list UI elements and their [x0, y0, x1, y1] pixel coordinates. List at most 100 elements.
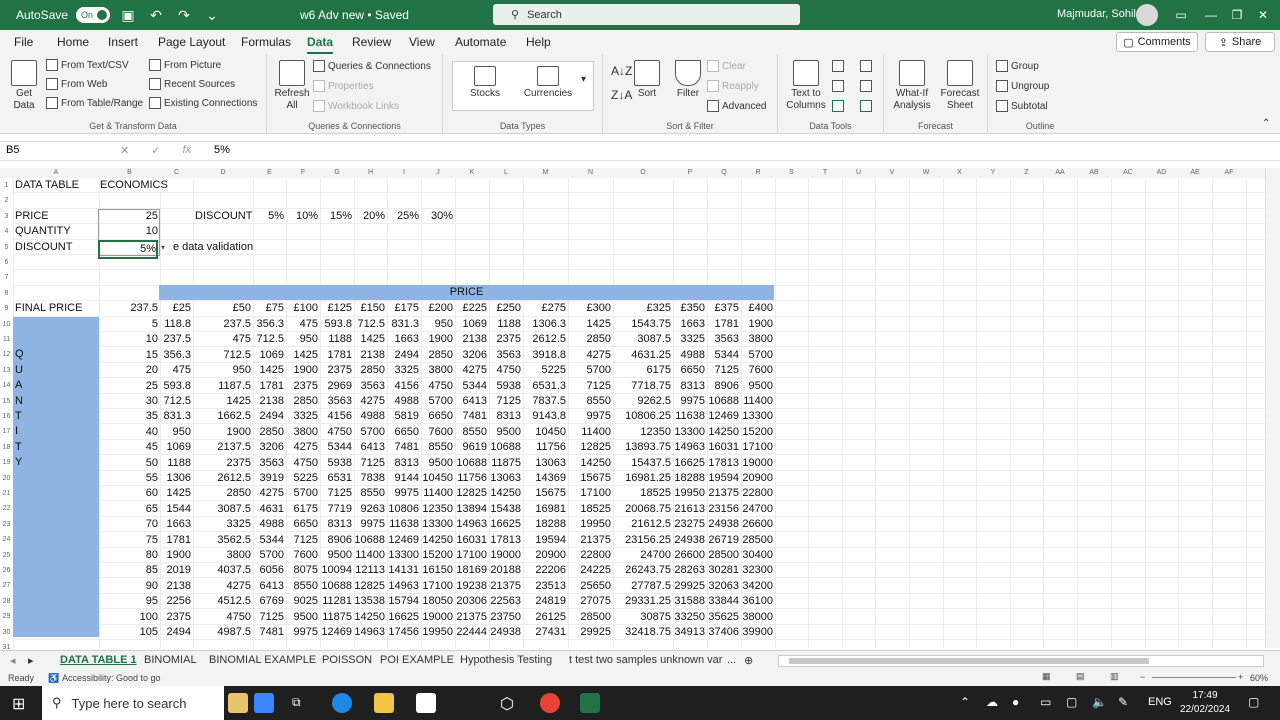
table-cell[interactable]: 23156	[707, 502, 739, 517]
table-cell[interactable]: 4156	[387, 379, 419, 394]
table-cell[interactable]: 24938	[707, 517, 739, 532]
table-cell[interactable]: 32300	[741, 563, 773, 578]
table-cell[interactable]: 3562.5	[193, 533, 251, 548]
table-cell[interactable]: 2494	[387, 348, 419, 363]
table-cell[interactable]: 14963	[354, 625, 385, 640]
row-header[interactable]: 26	[0, 567, 13, 574]
table-cell[interactable]: 3563	[253, 456, 284, 471]
table-cell[interactable]: 19594	[707, 471, 739, 486]
from-web-button[interactable]: From Web	[46, 78, 108, 90]
discount-cell[interactable]: 30%	[421, 209, 453, 224]
table-cell[interactable]: 6650	[387, 425, 419, 440]
table-cell[interactable]: 7481	[455, 409, 487, 424]
table-cell[interactable]: 20306	[455, 594, 487, 609]
table-cell[interactable]: 2375	[286, 379, 318, 394]
row-header[interactable]: 10	[0, 321, 13, 328]
table-cell[interactable]: 8906	[320, 533, 352, 548]
table-cell[interactable]: 12825	[568, 440, 611, 455]
queries-connections-button[interactable]: Queries & Connections	[313, 60, 431, 72]
row-header[interactable]: 8	[0, 290, 13, 297]
table-cell[interactable]: 2375	[489, 332, 521, 347]
cancel-icon[interactable]: ✕	[120, 144, 129, 157]
quantity-cell[interactable]: 20	[99, 363, 158, 378]
table-cell[interactable]: 2612.5	[523, 332, 566, 347]
table-cell[interactable]: 17100	[421, 579, 453, 594]
data-model-icon[interactable]	[860, 100, 872, 112]
row-header[interactable]: 24	[0, 536, 13, 543]
table-cell[interactable]: 3563	[354, 379, 385, 394]
table-cell[interactable]: 16031	[707, 440, 739, 455]
table-cell[interactable]: 712.5	[354, 317, 385, 332]
get-data-button[interactable]: Get Data	[8, 60, 40, 112]
table-cell[interactable]: 3325	[387, 363, 419, 378]
table-cell[interactable]: 6413	[455, 394, 487, 409]
cell-c5[interactable]: e data validation	[173, 240, 253, 255]
table-cell[interactable]: 26719	[707, 533, 739, 548]
clear-button[interactable]: Clear	[707, 60, 746, 72]
text-to-columns-button[interactable]: Text to Columns	[784, 60, 828, 112]
app-icon[interactable]: ⬡	[500, 694, 514, 714]
table-cell[interactable]: 1781	[707, 317, 739, 332]
table-cell[interactable]: 5344	[253, 533, 284, 548]
column-header[interactable]: N	[568, 168, 613, 178]
table-cell[interactable]: 10688	[707, 394, 739, 409]
table-cell[interactable]: 25650	[568, 579, 611, 594]
table-cell[interactable]: 21375	[568, 533, 611, 548]
subtotal-button[interactable]: Subtotal	[996, 100, 1048, 112]
redo-icon[interactable]: ↷	[174, 5, 194, 25]
quantity-cell[interactable]: 90	[99, 579, 158, 594]
table-cell[interactable]: 11400	[568, 425, 611, 440]
price-header-cell[interactable]: £150	[354, 301, 385, 316]
discount-cell[interactable]: 20%	[354, 209, 385, 224]
row-header[interactable]: 7	[0, 274, 13, 281]
price-header[interactable]: PRICE	[159, 285, 774, 300]
quantity-letter[interactable]: T	[15, 440, 22, 455]
table-cell[interactable]: 7600	[741, 363, 773, 378]
column-header[interactable]: D	[193, 168, 253, 178]
table-cell[interactable]: 16625	[387, 610, 419, 625]
table-cell[interactable]: 23750	[489, 610, 521, 625]
table-cell[interactable]: 8550	[568, 394, 611, 409]
table-cell[interactable]: 7481	[387, 440, 419, 455]
cell-b1[interactable]: ECONOMICS	[100, 178, 168, 193]
column-header[interactable]: I	[387, 168, 421, 178]
table-cell[interactable]: 1900	[741, 317, 773, 332]
table-cell[interactable]: 6650	[286, 517, 318, 532]
column-header[interactable]: A	[13, 168, 99, 178]
table-cell[interactable]: 11400	[354, 548, 385, 563]
price-header-cell[interactable]: £350	[673, 301, 705, 316]
remove-duplicates-icon[interactable]	[832, 80, 844, 92]
table-cell[interactable]: 14963	[387, 579, 419, 594]
table-cell[interactable]: 2850	[354, 363, 385, 378]
table-cell[interactable]: 19950	[568, 517, 611, 532]
network-icon[interactable]: ▭	[1040, 695, 1051, 709]
table-cell[interactable]: 22800	[568, 548, 611, 563]
quantity-cell[interactable]: 60	[99, 486, 158, 501]
table-cell[interactable]: 9263	[354, 502, 385, 517]
table-cell[interactable]: 24938	[489, 625, 521, 640]
cell-b5-selected[interactable]: 5%	[98, 240, 158, 259]
column-header[interactable]: AB	[1077, 168, 1111, 178]
column-header[interactable]: AA	[1043, 168, 1077, 178]
row-header[interactable]: 4	[0, 228, 13, 235]
cell-a9[interactable]: FINAL PRICE	[15, 301, 82, 316]
volume-icon[interactable]: 🔈	[1092, 695, 1107, 709]
table-cell[interactable]: 27431	[523, 625, 566, 640]
cell-a4[interactable]: QUANTITY	[15, 224, 71, 239]
table-cell[interactable]: 19594	[523, 533, 566, 548]
column-header[interactable]: L	[489, 168, 523, 178]
table-cell[interactable]: 12469	[387, 533, 419, 548]
chrome-icon[interactable]	[540, 693, 560, 713]
table-cell[interactable]: 4275	[568, 348, 611, 363]
table-cell[interactable]: 2138	[160, 579, 191, 594]
table-cell[interactable]: 5700	[253, 548, 284, 563]
table-cell[interactable]: 9500	[421, 456, 453, 471]
column-header[interactable]: U	[842, 168, 875, 178]
table-cell[interactable]: 2138	[354, 348, 385, 363]
table-cell[interactable]: 118.8	[160, 317, 191, 332]
table-cell[interactable]: 36100	[741, 594, 773, 609]
table-cell[interactable]: 712.5	[193, 348, 251, 363]
table-cell[interactable]: 2375	[160, 610, 191, 625]
price-header-cell[interactable]: £400	[741, 301, 773, 316]
table-cell[interactable]: 1900	[160, 548, 191, 563]
